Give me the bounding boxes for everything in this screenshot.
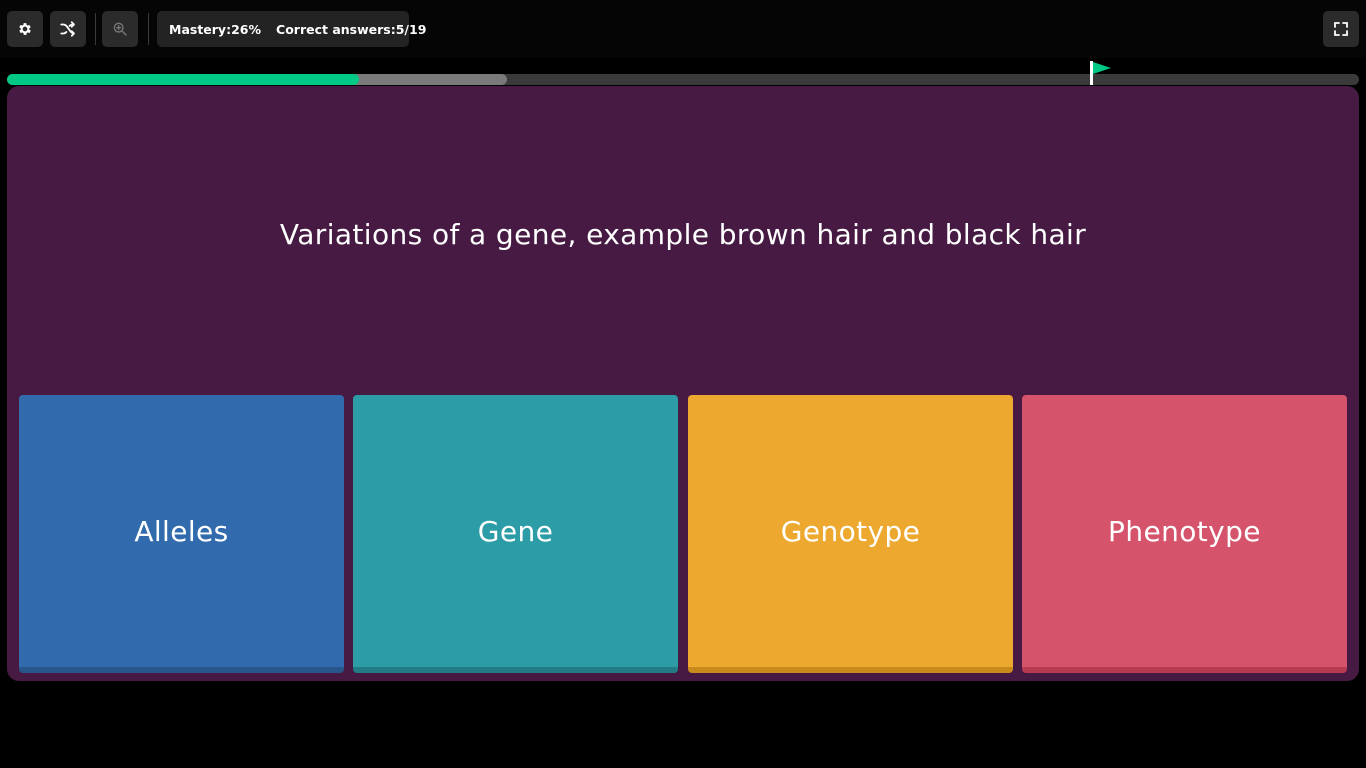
mastery-label: Mastery: bbox=[169, 21, 232, 37]
gear-icon bbox=[19, 23, 31, 35]
mastery-value: 26% bbox=[231, 21, 262, 37]
question-text: Variations of a gene, example brown hair… bbox=[279, 218, 1087, 251]
toolbar-divider bbox=[95, 13, 96, 45]
top-toolbar: Mastery: 26% Correct answers: 5/19 bbox=[0, 0, 1366, 58]
answer-option-label: Gene bbox=[477, 514, 554, 548]
fullscreen-icon bbox=[1334, 22, 1348, 36]
answer-option-label: Alleles bbox=[134, 514, 229, 548]
correct-answers-label: Correct answers: bbox=[276, 21, 396, 37]
toolbar-divider bbox=[148, 13, 149, 45]
zoom-button[interactable] bbox=[102, 11, 138, 47]
answer-option-label: Phenotype bbox=[1108, 514, 1261, 548]
settings-button[interactable] bbox=[7, 11, 43, 47]
progress-fill bbox=[7, 74, 359, 85]
fullscreen-button[interactable] bbox=[1323, 11, 1359, 47]
flag-icon bbox=[1090, 61, 1111, 85]
zoom-in-icon bbox=[113, 22, 127, 36]
answer-option-4[interactable]: Phenotype bbox=[1022, 395, 1347, 673]
shuffle-icon bbox=[60, 21, 75, 37]
answer-option-3[interactable]: Genotype bbox=[688, 395, 1013, 673]
answer-option-1[interactable]: Alleles bbox=[19, 395, 344, 673]
progress-bar bbox=[7, 74, 1359, 85]
answer-option-2[interactable]: Gene bbox=[353, 395, 678, 673]
power-up-button[interactable] bbox=[50, 11, 86, 47]
correct-answers-value: 5/19 bbox=[395, 21, 427, 37]
answer-option-label: Genotype bbox=[780, 514, 921, 548]
stats-panel: Mastery: 26% Correct answers: 5/19 bbox=[157, 11, 426, 47]
